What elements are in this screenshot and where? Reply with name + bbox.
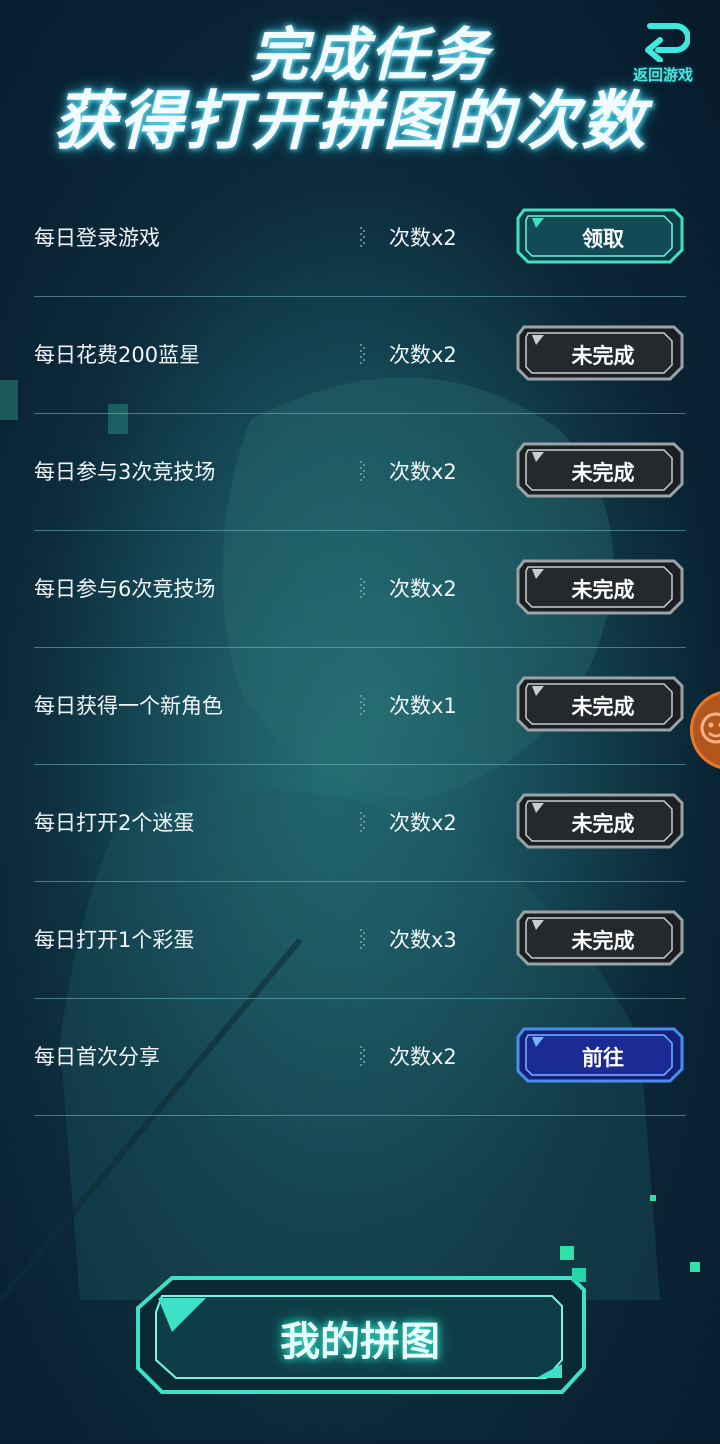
my-puzzle-button[interactable]: 我的拼图 [132,1268,588,1408]
task-name: 每日参与6次竞技场 [34,573,215,603]
my-puzzle-label: 我的拼图 [132,1268,588,1408]
reward-count: 次数x2 [389,339,457,369]
incomplete-button[interactable]: 未完成 [514,555,686,621]
incomplete-button[interactable]: 未完成 [514,321,686,387]
side-float-widget[interactable] [690,690,720,770]
task-row: 每日获得一个新角色 次数x1 未完成 [34,648,686,765]
task-row: 每日参与3次竞技场 次数x2 未完成 [34,414,686,531]
dots-divider-icon [360,343,366,367]
task-list: 每日登录游戏 次数x2 领取 每日花费200蓝星 次数x2 未完成 每日参与3次… [34,180,686,1116]
dots-divider-icon [360,226,366,250]
task-row: 每日打开2个迷蛋 次数x2 未完成 [34,765,686,882]
task-name: 每日打开2个迷蛋 [34,807,194,837]
button-label: 未完成 [514,555,686,621]
reward-count: 次数x2 [389,573,457,603]
reward-count: 次数x1 [389,690,457,720]
page-title-line2: 获得打开拼图的次数 [0,70,720,162]
header: 完成任务 获得打开拼图的次数 [0,0,720,160]
task-name: 每日获得一个新角色 [34,690,223,720]
back-label: 返回游戏 [618,64,708,85]
goto-button[interactable]: 前往 [514,1023,686,1089]
dots-divider-icon [360,928,366,952]
button-label: 前往 [514,1023,686,1089]
reward-count: 次数x2 [389,222,457,252]
task-row: 每日打开1个彩蛋 次数x3 未完成 [34,882,686,999]
incomplete-button[interactable]: 未完成 [514,906,686,972]
dots-divider-icon [360,694,366,718]
return-arrow-icon [636,18,690,62]
dots-divider-icon [360,460,366,484]
reward-count: 次数x2 [389,1041,457,1071]
button-label: 未完成 [514,672,686,738]
task-name: 每日打开1个彩蛋 [34,924,194,954]
dots-divider-icon [360,1045,366,1069]
claim-button[interactable]: 领取 [514,204,686,270]
button-label: 未完成 [514,906,686,972]
task-row: 每日花费200蓝星 次数x2 未完成 [34,297,686,414]
button-label: 未完成 [514,438,686,504]
incomplete-button[interactable]: 未完成 [514,438,686,504]
reward-count: 次数x3 [389,924,457,954]
task-row: 每日参与6次竞技场 次数x2 未完成 [34,531,686,648]
task-name: 每日参与3次竞技场 [34,456,215,486]
button-label: 领取 [514,204,686,270]
dots-divider-icon [360,811,366,835]
button-label: 未完成 [514,321,686,387]
dots-divider-icon [360,577,366,601]
reward-count: 次数x2 [389,807,457,837]
button-label: 未完成 [514,789,686,855]
reward-count: 次数x2 [389,456,457,486]
incomplete-button[interactable]: 未完成 [514,789,686,855]
incomplete-button[interactable]: 未完成 [514,672,686,738]
task-name: 每日登录游戏 [34,222,160,252]
task-row: 每日登录游戏 次数x2 领取 [34,180,686,297]
task-name: 每日花费200蓝星 [34,339,200,369]
face-icon [698,708,720,748]
task-name: 每日首次分享 [34,1041,160,1071]
back-to-game-button[interactable]: 返回游戏 [618,18,708,86]
task-row: 每日首次分享 次数x2 前往 [34,999,686,1116]
